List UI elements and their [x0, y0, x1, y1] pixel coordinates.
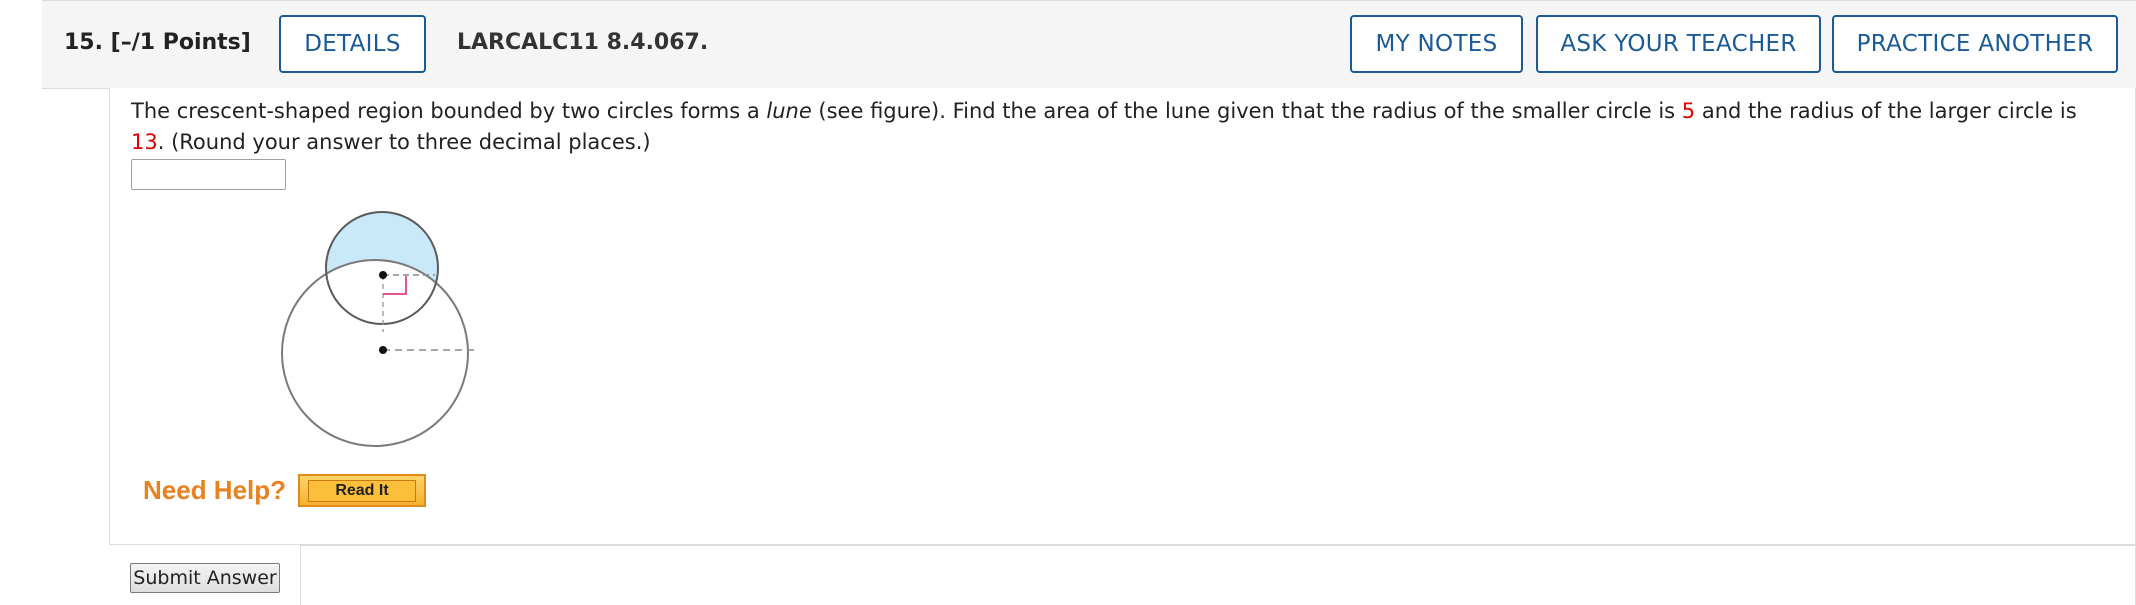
ask-your-teacher-button[interactable]: ASK YOUR TEACHER: [1536, 15, 1821, 73]
answer-input[interactable]: [131, 159, 286, 190]
question-prompt: The crescent-shaped region bounded by tw…: [131, 96, 2091, 158]
lower-panel: [300, 545, 2136, 605]
prompt-text-3: and the radius of the larger circle is: [1695, 99, 2077, 123]
question-number: 15. [–/1 Points]: [64, 30, 251, 55]
read-it-button[interactable]: Read It: [298, 474, 426, 507]
my-notes-button[interactable]: MY NOTES: [1350, 15, 1523, 73]
question-points: [–/1 Points]: [110, 30, 251, 55]
large-center-dot: [379, 346, 387, 354]
large-radius-value: 13: [131, 130, 158, 154]
submit-answer-button[interactable]: Submit Answer: [130, 563, 280, 593]
lune-term: lune: [766, 99, 812, 123]
prompt-text-4: . (Round your answer to three decimal pl…: [157, 130, 651, 154]
small-center-dot: [379, 271, 387, 279]
prompt-text-2: (see figure). Find the area of the lune …: [811, 99, 1682, 123]
need-help-label: Need Help?: [143, 475, 287, 505]
details-button[interactable]: DETAILS: [279, 15, 426, 73]
question-number-text: 15.: [64, 30, 103, 55]
small-radius-value: 5: [1681, 99, 1696, 123]
read-it-label: Read It: [308, 479, 416, 502]
question-code: LARCALC11 8.4.067.: [457, 30, 709, 55]
prompt-text-1: The crescent-shaped region bounded by tw…: [131, 99, 767, 123]
large-circle: [281, 259, 469, 447]
lune-figure: [281, 211, 475, 447]
right-angle-marker: [383, 276, 407, 295]
practice-another-button[interactable]: PRACTICE ANOTHER: [1832, 15, 2118, 73]
